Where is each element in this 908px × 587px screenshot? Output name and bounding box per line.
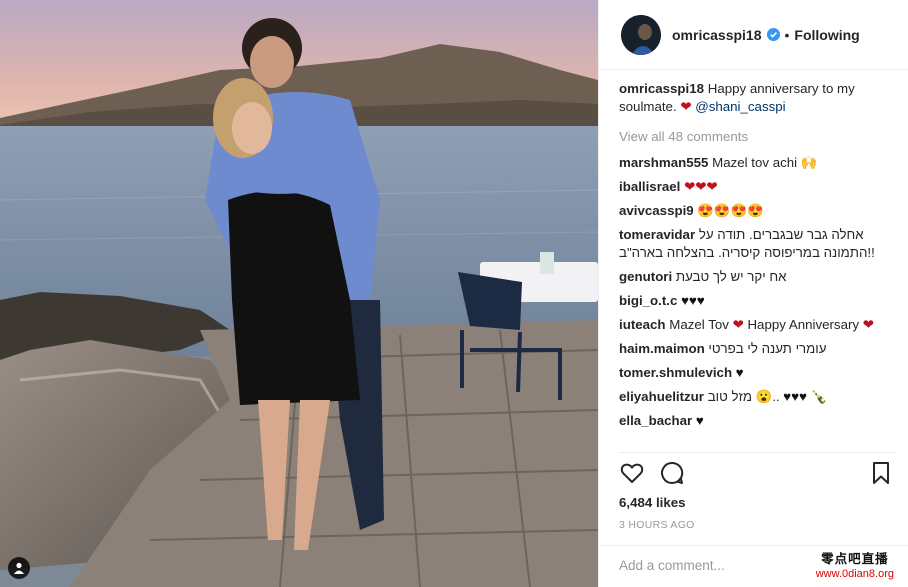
comment-hearts: ❤❤❤ — [684, 179, 718, 194]
divider — [619, 452, 896, 453]
following-button[interactable]: Following — [794, 27, 859, 43]
comment-text: מזל טוב 😮.. — [707, 389, 780, 404]
comment-username[interactable]: bigi_o.t.c — [619, 293, 677, 308]
view-all-comments-link[interactable]: View all 48 comments — [619, 128, 896, 146]
comment-text-2: 🍾 — [810, 389, 828, 404]
watermark-title: 零点吧直播 — [821, 552, 889, 566]
comment-username[interactable]: haim.maimon — [619, 341, 705, 356]
comment-item: bigi_o.t.c ♥♥♥ — [619, 292, 896, 310]
post-caption: omricasspi18 Happy anniversary to my sou… — [619, 80, 896, 116]
add-comment-bar: 零点吧直播 www.0dian8.org — [599, 545, 908, 587]
comment-text: Mazel Tov — [669, 317, 729, 332]
post-image — [0, 0, 598, 587]
watermark-url: www.0dian8.org — [815, 568, 894, 580]
separator-dot: • — [784, 26, 790, 43]
comments-list[interactable]: omricasspi18 Happy anniversary to my sou… — [619, 80, 896, 450]
comment-text: עומרי תענה לי בפרטי — [708, 341, 827, 356]
comment-text: Mazel tov achi 🙌 — [712, 155, 818, 170]
comment-hearts-2: ❤ — [862, 317, 874, 332]
comment-username[interactable]: ella_bachar — [619, 413, 692, 428]
likes-count[interactable]: 6,484 likes — [619, 495, 686, 510]
avatar[interactable] — [621, 14, 661, 55]
comment-item: tomer.shmulevich ♥ — [619, 364, 896, 382]
action-bar — [619, 460, 896, 488]
comment-item: ella_bachar ♥ — [619, 412, 896, 430]
comment-black-hearts: ♥♥♥ — [783, 389, 807, 404]
verified-badge-icon — [766, 28, 780, 41]
comment-username[interactable]: genutori — [619, 269, 672, 284]
bookmark-icon[interactable] — [868, 460, 896, 488]
comment-text: אח יקר יש לך טבעת — [675, 269, 787, 284]
post-header: omricasspi18 • Following — [599, 0, 908, 70]
speech-bubble-icon[interactable] — [659, 460, 687, 488]
comment-username[interactable]: iballisrael — [619, 179, 680, 194]
caption-heart-emoji: ❤ — [680, 99, 692, 114]
comment-item: tomeravidar אחלה גבר שבגברים. תודה על הת… — [619, 226, 896, 262]
comment-username[interactable]: iuteach — [619, 317, 666, 332]
user-tag-icon[interactable] — [8, 557, 30, 579]
comment-item: marshman555 Mazel tov achi 🙌 — [619, 154, 896, 172]
post-sidebar: omricasspi18 • Following omricasspi18 Ha… — [598, 0, 908, 587]
comment-item: iballisrael ❤❤❤ — [619, 178, 896, 196]
comment-username[interactable]: tomer.shmulevich — [619, 365, 732, 380]
post-photo[interactable] — [0, 0, 598, 587]
comment-username[interactable]: tomeravidar — [619, 227, 695, 242]
comment-black-hearts: ♥♥♥ — [681, 293, 705, 308]
heart-outline-icon[interactable] — [619, 460, 647, 488]
comment-text-2: Happy Anniversary — [747, 317, 860, 332]
header-username[interactable]: omricasspi18 — [672, 27, 762, 43]
comment-username[interactable]: marshman555 — [619, 155, 708, 170]
comment-black-hearts: ♥ — [735, 365, 744, 380]
caption-username[interactable]: omricasspi18 — [619, 81, 704, 96]
watermark: 零点吧直播 www.0dian8.org — [816, 552, 894, 582]
comment-item: eliyahuelitzur מזל טוב 😮.. ♥♥♥ 🍾 — [619, 388, 896, 406]
post-timestamp: 3 HOURS AGO — [619, 519, 695, 531]
comment-text: 😍😍😍😍 — [697, 203, 764, 218]
comment-item: genutori אח יקר יש לך טבעת — [619, 268, 896, 286]
add-comment-input[interactable] — [619, 558, 799, 573]
comment-item: haim.maimon עומרי תענה לי בפרטי — [619, 340, 896, 358]
comment-item: iuteach Mazel Tov ❤ Happy Anniversary ❤ — [619, 316, 896, 334]
comment-username[interactable]: eliyahuelitzur — [619, 389, 704, 404]
caption-mention[interactable]: @shani_casspi — [695, 99, 785, 114]
comment-hearts: ❤ — [732, 317, 744, 332]
comment-username[interactable]: avivcasspi9 — [619, 203, 694, 218]
comment-black-hearts: ♥ — [695, 413, 704, 428]
comment-item: avivcasspi9 😍😍😍😍 — [619, 202, 896, 220]
